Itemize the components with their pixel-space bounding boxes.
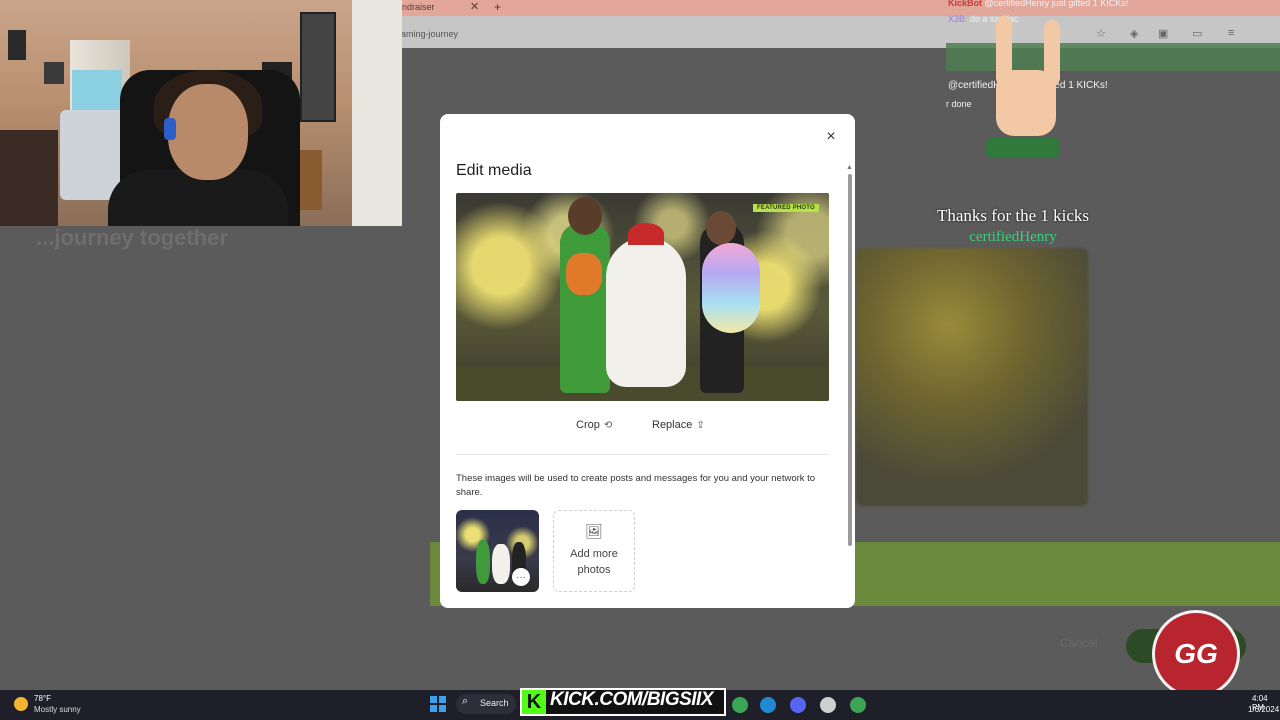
featured-photo-badge: FEATURED PHOTO [753, 204, 819, 212]
image-add-icon: 🖼 [585, 523, 603, 539]
chat-username: KickBot [948, 0, 983, 8]
scroll-up-arrow[interactable]: ▲ [846, 164, 853, 171]
clock-date[interactable]: 1/6/2024 [1248, 705, 1279, 714]
background-photo-preview [856, 248, 1088, 506]
add-more-photos-button[interactable]: 🖼 Add more photos [553, 510, 635, 592]
dialog-title: Edit media [456, 162, 532, 179]
extension-icon[interactable]: ◈ [1130, 27, 1138, 40]
background-hero-text: ...journey together [36, 225, 228, 250]
chrome-profile-icon[interactable] [850, 697, 866, 713]
featured-photo: FEATURED PHOTO [456, 193, 829, 401]
person-head [706, 211, 736, 245]
headset [164, 118, 176, 140]
crop-icon: ⟲ [603, 420, 613, 431]
rainbow-llama-plush [702, 243, 760, 333]
scrollbar-thumb[interactable] [848, 174, 852, 546]
puzzle-icon[interactable]: ▣ [1158, 27, 1168, 40]
penguin-statue [606, 237, 686, 387]
crop-button[interactable]: Crop ⟲ [576, 419, 612, 431]
browser-tab[interactable]: ndraiser [402, 2, 435, 12]
wall-frame [8, 30, 26, 60]
discord-icon[interactable] [790, 697, 806, 713]
address-url[interactable]: aming-journey [401, 29, 458, 39]
sun-icon[interactable] [14, 697, 28, 711]
hand-palm [996, 70, 1056, 136]
edit-media-dialog: × Edit media ▲ FEATURED PHOTO Crop ⟲ Repl… [440, 114, 855, 608]
door [352, 0, 402, 226]
menu-icon[interactable]: ≡ [1228, 27, 1234, 39]
helper-text: These images will be used to create post… [456, 473, 816, 498]
obs-icon[interactable] [820, 697, 836, 713]
kick-channel-url: KICK.COM/BIGSIIX [550, 689, 714, 710]
replace-label: Replace [652, 419, 693, 431]
webcam-feed [0, 0, 402, 226]
chat-username: X3B: [948, 14, 968, 24]
mirror [300, 12, 336, 122]
browser-tab-bar [400, 0, 1280, 16]
rock-hand-graphic [976, 10, 1066, 158]
streamer-logo: GG [1152, 610, 1240, 698]
search-icon: ⌕ [462, 695, 469, 707]
thumbnail-more-icon[interactable]: … [512, 568, 530, 586]
streamer-face [168, 84, 248, 180]
chrome-icon[interactable] [732, 697, 748, 713]
close-icon[interactable]: × [822, 128, 840, 146]
new-tab-button[interactable]: + [494, 0, 501, 14]
person-head [568, 197, 602, 235]
edge-icon[interactable] [760, 697, 776, 713]
divider [456, 454, 829, 455]
star-icon[interactable]: ☆ [1096, 27, 1106, 40]
spiked-wristband [986, 138, 1060, 158]
window-light [72, 70, 122, 110]
thumb-figure [492, 544, 510, 584]
windows-start-icon[interactable] [430, 696, 446, 712]
split-screen-icon[interactable]: ▭ [1192, 27, 1202, 40]
crop-label: Crop [576, 419, 600, 431]
weather-description[interactable]: Mostly sunny [34, 705, 81, 714]
kick-logo-icon: K [522, 690, 546, 714]
santa-hat [628, 223, 664, 245]
thumb-figure [476, 540, 490, 584]
person-green-sweater [560, 223, 610, 393]
search-label[interactable]: Search [480, 698, 509, 708]
add-more-label: Add more photos [570, 548, 618, 576]
dresser [0, 130, 58, 226]
background-cancel-button: Cancel [1060, 636, 1098, 650]
chat-snippet: r done [946, 99, 972, 109]
thanks-alert: Thanks for the 1 kicks [936, 206, 1090, 225]
chat-message: @certifiedHenry just gifted 1 KICKs! [984, 0, 1129, 8]
thanks-alert-username: certifiedHenry [969, 229, 1057, 245]
weather-temperature[interactable]: 78°F [34, 694, 51, 703]
replace-button[interactable]: Replace ⇪ [652, 419, 705, 431]
chat-line-kickbot: KickBot @certifiedHenry just gifted 1 KI… [948, 0, 1128, 8]
upload-icon: ⇪ [696, 420, 705, 431]
plush-toy [566, 253, 602, 295]
wall-frame [44, 62, 64, 84]
tab-close-icon[interactable]: ✕ [470, 0, 479, 13]
